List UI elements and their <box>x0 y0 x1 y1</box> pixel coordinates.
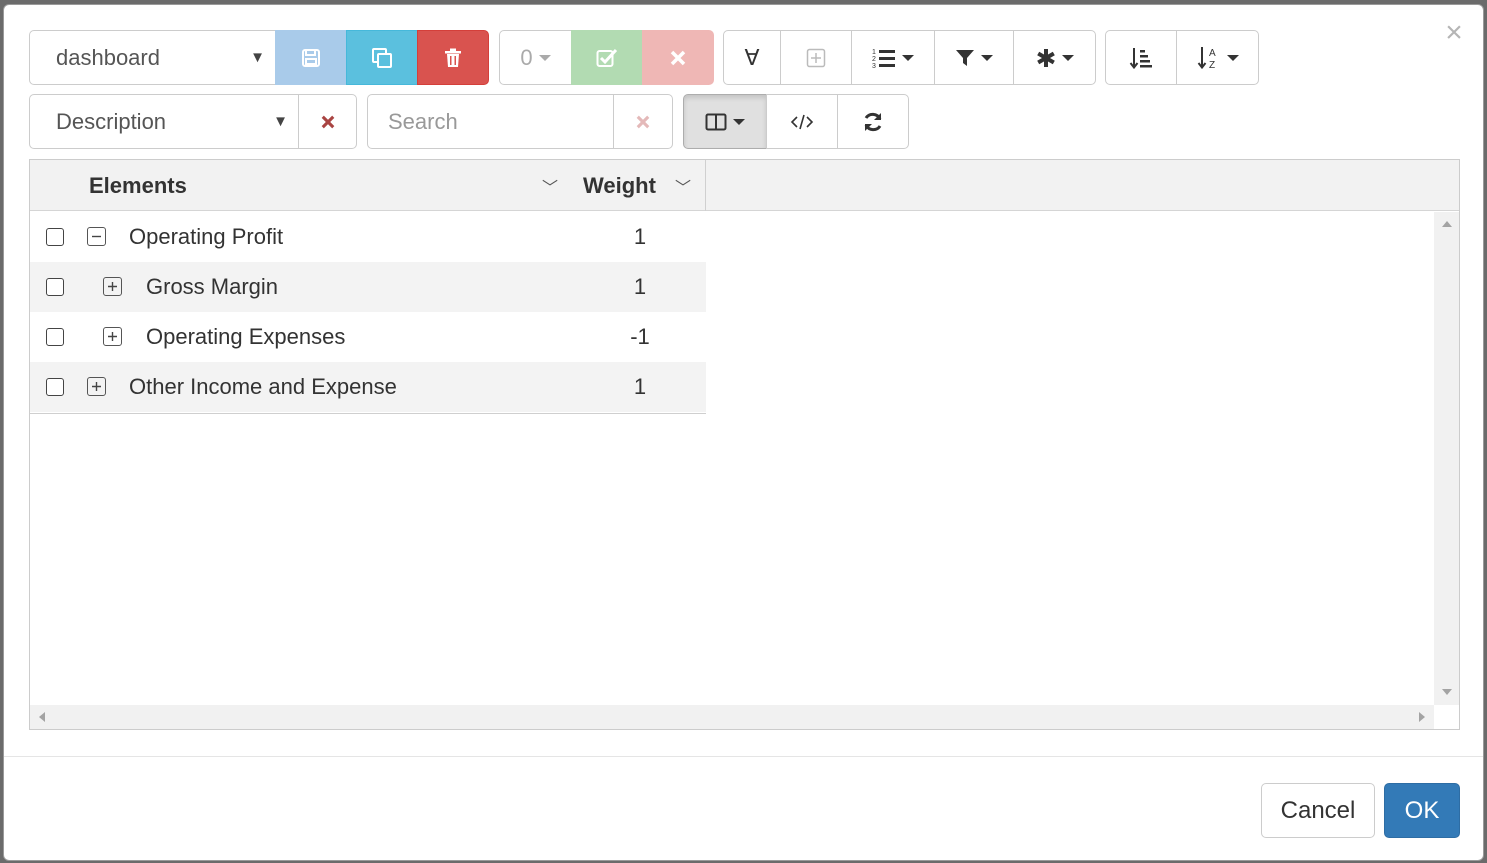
clear-search-button[interactable] <box>613 94 673 149</box>
row-label: Other Income and Expense <box>129 374 397 399</box>
attribute-select-value: Description <box>56 108 167 134</box>
svg-text:Z: Z <box>1209 60 1215 71</box>
asterisk-dropdown[interactable] <box>1013 30 1096 85</box>
ok-button[interactable]: OK <box>1384 783 1460 838</box>
cancel-button[interactable]: Cancel <box>1261 783 1375 838</box>
delete-button[interactable] <box>417 30 489 85</box>
elements-grid: Elements ﹀ Weight ﹀ Operating Profit 1 G… <box>29 159 1460 730</box>
filter-icon <box>956 49 974 66</box>
filter-dropdown[interactable] <box>934 30 1014 85</box>
code-icon <box>790 114 814 129</box>
sort-alpha-dropdown[interactable]: AZ <box>1176 30 1259 85</box>
table-row[interactable]: Gross Margin 1 <box>30 262 706 312</box>
sort-hierarchy-button[interactable] <box>1105 30 1177 85</box>
discard-button[interactable] <box>642 30 714 85</box>
plus-square-icon <box>806 48 826 67</box>
table-row[interactable]: Other Income and Expense 1 <box>30 362 706 412</box>
sort-amount-icon <box>1129 47 1152 69</box>
row-checkbox[interactable] <box>46 328 64 346</box>
row-weight: 1 <box>633 374 647 399</box>
caret-down-icon <box>1061 54 1074 61</box>
counter-value: 0 <box>520 44 533 70</box>
view-select-value: dashboard <box>56 44 160 70</box>
sort-alpha-icon: AZ <box>1197 46 1216 71</box>
trash-icon <box>445 48 461 67</box>
row-weight: -1 <box>630 324 650 349</box>
row-checkbox[interactable] <box>46 228 64 246</box>
horizontal-scrollbar[interactable] <box>30 705 1434 729</box>
chevron-down-icon[interactable]: ﹀ <box>675 174 691 198</box>
column-header-weight[interactable]: Weight <box>583 160 656 211</box>
scrollbar-corner <box>1434 705 1459 729</box>
row-checkbox[interactable] <box>46 278 64 296</box>
column-divider <box>705 160 706 211</box>
times-icon <box>670 50 686 65</box>
scroll-up-icon[interactable] <box>1442 221 1452 227</box>
dropdown-arrow-icon: ▼ <box>273 113 288 130</box>
expand-icon[interactable] <box>103 327 122 346</box>
divider <box>30 413 706 414</box>
code-view-button[interactable] <box>766 94 838 149</box>
vertical-scrollbar[interactable] <box>1434 212 1459 705</box>
columns-dropdown[interactable] <box>683 94 767 149</box>
save-icon <box>302 48 320 67</box>
caret-down-icon <box>538 54 551 61</box>
row-weight: 1 <box>633 224 647 249</box>
any-button[interactable]: ∀ <box>723 30 781 85</box>
check-square-icon <box>596 48 618 67</box>
save-button[interactable] <box>275 30 347 85</box>
counter-dropdown[interactable]: 0 <box>499 30 572 85</box>
close-icon[interactable]: × <box>1442 18 1466 48</box>
search-input[interactable]: Search <box>367 94 614 149</box>
collapse-icon[interactable] <box>87 227 106 246</box>
ordered-list-icon: 123 <box>872 49 895 69</box>
scroll-down-icon[interactable] <box>1442 689 1452 695</box>
row-label: Operating Expenses <box>146 324 346 349</box>
table-row[interactable]: Operating Profit 1 <box>30 212 706 262</box>
caret-down-icon <box>981 54 993 61</box>
confirm-button[interactable] <box>571 30 643 85</box>
view-select[interactable]: dashboard ▼ <box>29 30 276 85</box>
row-checkbox[interactable] <box>46 378 64 396</box>
table-row[interactable]: Operating Expenses -1 <box>30 312 706 362</box>
expand-all-button[interactable] <box>780 30 852 85</box>
refresh-icon <box>864 112 882 131</box>
scroll-right-icon[interactable] <box>1419 712 1425 722</box>
caret-down-icon <box>902 54 914 61</box>
for-all-icon: ∀ <box>744 44 760 70</box>
svg-text:A: A <box>1209 48 1216 59</box>
times-icon <box>636 115 650 128</box>
numbered-list-dropdown[interactable]: 123 <box>851 30 935 85</box>
row-weight: 1 <box>633 274 647 299</box>
copy-button[interactable] <box>346 30 418 85</box>
dialog: × dashboard ▼ 0 ∀ 123 AZ Description ▼ S… <box>3 4 1484 861</box>
expand-icon[interactable] <box>87 377 106 396</box>
grid-header: Elements ﹀ Weight ﹀ <box>30 160 1459 211</box>
svg-text:2: 2 <box>872 56 876 63</box>
svg-text:3: 3 <box>872 63 876 69</box>
row-label: Operating Profit <box>129 224 284 249</box>
times-icon <box>321 115 334 128</box>
search-placeholder: Search <box>388 108 458 134</box>
expand-icon[interactable] <box>103 277 122 296</box>
column-header-elements[interactable]: Elements <box>89 160 187 211</box>
copy-icon <box>372 47 392 68</box>
row-label: Gross Margin <box>146 274 279 299</box>
scroll-left-icon[interactable] <box>39 712 45 722</box>
caret-down-icon <box>1226 54 1239 61</box>
clear-attribute-button[interactable] <box>298 94 357 149</box>
footer-divider <box>4 756 1483 757</box>
asterisk-icon <box>1036 48 1055 67</box>
dropdown-arrow-icon: ▼ <box>250 49 265 66</box>
attribute-select[interactable]: Description ▼ <box>29 94 299 149</box>
svg-text:1: 1 <box>872 49 876 56</box>
caret-down-icon <box>733 118 745 125</box>
columns-icon <box>705 113 727 130</box>
chevron-down-icon[interactable]: ﹀ <box>542 174 558 198</box>
refresh-button[interactable] <box>837 94 909 149</box>
